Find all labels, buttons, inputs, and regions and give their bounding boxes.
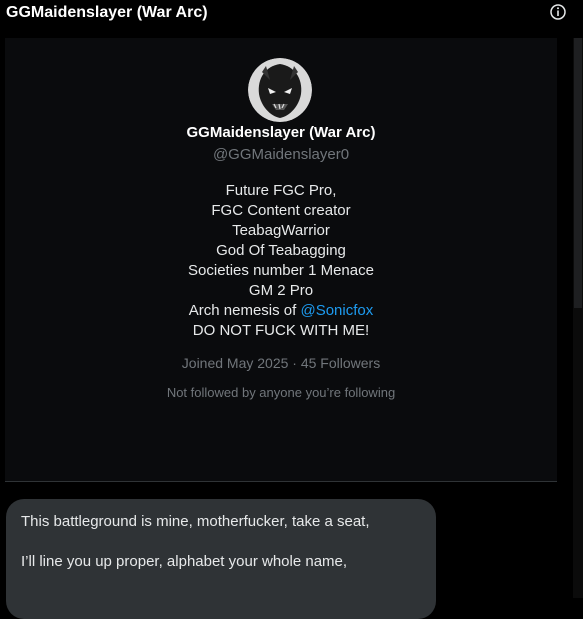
- mention-link[interactable]: @Sonicfox: [300, 302, 373, 319]
- bio-line: FGC Content creator: [211, 202, 351, 219]
- joined-meta: Joined May 2025 · 45 Followers: [181, 355, 381, 371]
- scrollbar[interactable]: [573, 38, 583, 598]
- avatar[interactable]: [248, 58, 312, 122]
- bio-line: GM 2 Pro: [248, 282, 314, 299]
- info-icon[interactable]: [550, 4, 566, 20]
- bio-line: God Of Teabagging: [216, 242, 346, 259]
- message-line: This battleground is mine, motherfucker,…: [21, 513, 370, 530]
- message-bubble[interactable]: This battleground is mine, motherfucker,…: [6, 499, 436, 619]
- divider: [5, 481, 557, 482]
- bio-line: DO NOT FUCK WITH ME!: [192, 322, 370, 339]
- message-line: I’ll line you up proper, alphabet your w…: [21, 553, 348, 570]
- bio-line: TeabagWarrior: [232, 222, 330, 239]
- profile-bio: Future FGC Pro, FGC Content creator Teab…: [5, 181, 557, 341]
- bio-line-mention: Arch nemesis of @Sonicfox: [5, 301, 557, 321]
- bio-mention-prefix: Arch nemesis of: [188, 302, 301, 319]
- profile-handle: @GGMaidenslayer0: [212, 146, 350, 163]
- demon-mask-avatar-image: [248, 58, 312, 122]
- conversation-header: GGMaidenslayer (War Arc): [0, 0, 583, 30]
- bio-line: Future FGC Pro,: [225, 182, 337, 199]
- followed-status: Not followed by anyone you’re following: [166, 385, 396, 400]
- bio-line: Societies number 1 Menace: [188, 262, 374, 279]
- conversation-title: GGMaidenslayer (War Arc): [6, 4, 208, 21]
- scrollbar-thumb[interactable]: [574, 38, 582, 308]
- profile-name[interactable]: GGMaidenslayer (War Arc): [5, 124, 557, 141]
